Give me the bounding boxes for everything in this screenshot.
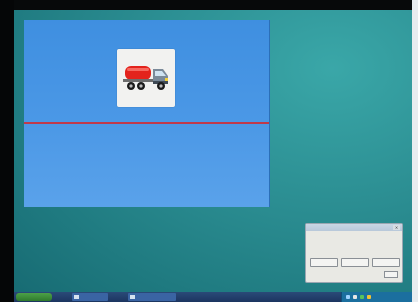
taskbar-item[interactable] [72,293,108,301]
guide-line [24,122,269,124]
ok-button[interactable] [384,271,398,278]
security-icon[interactable] [360,295,364,299]
close-button[interactable]: × [393,225,400,230]
window-icon [74,295,79,299]
taskbar-item[interactable] [128,293,176,301]
canvas-window[interactable] [24,20,270,207]
monitor-bezel-right [412,0,418,302]
volume-icon[interactable] [353,295,357,299]
dialog-button-2[interactable] [341,258,369,267]
network-icon[interactable] [346,295,350,299]
monitor-bezel-top [0,0,418,10]
window-icon [130,295,135,299]
monitor-bezel-left [0,0,14,302]
taskbar [14,292,412,302]
desktop: × [14,10,412,302]
system-tray [341,292,412,302]
truck-tile[interactable] [117,49,175,107]
tanker-truck-icon [123,66,168,90]
dialog-button-3[interactable] [372,258,400,267]
update-icon[interactable] [367,295,371,299]
start-button[interactable] [16,293,52,301]
dialog-button-1[interactable] [310,258,338,267]
dialog-title [306,224,402,231]
message-dialog: × [305,223,403,283]
